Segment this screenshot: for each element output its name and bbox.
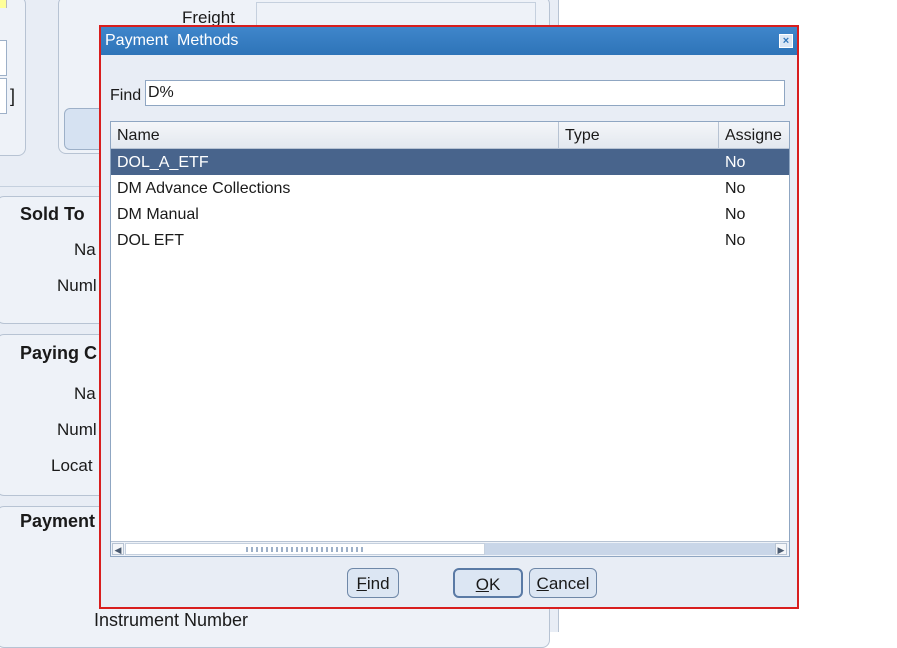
paying-name-label: Na	[74, 384, 96, 403]
list-item[interactable]: DM Advance Collections No	[111, 175, 789, 201]
dialog-titlebar[interactable]: Payment Methods ×	[101, 27, 797, 55]
required-field-marker[interactable]	[0, 0, 7, 8]
horizontal-scrollbar[interactable]: ◀ ▶	[111, 541, 789, 556]
find-mnemonic: F	[356, 574, 367, 593]
item-name: DOL_A_ETF	[117, 154, 209, 171]
find-button-label: ind	[366, 574, 390, 593]
paying-location-label: Locat	[51, 456, 93, 475]
paying-number-label: Numl	[57, 420, 97, 439]
item-type	[559, 201, 565, 227]
list-item[interactable]: DOL EFT No	[111, 227, 789, 253]
ok-button[interactable]: OK	[453, 568, 523, 598]
scroll-right-icon[interactable]: ▶	[775, 543, 787, 555]
item-assigned: No	[725, 232, 746, 249]
item-type	[559, 227, 565, 253]
item-name: DOL EFT	[117, 232, 184, 249]
instrument-number-label: Instrument Number	[94, 610, 249, 630]
column-header-name[interactable]: Name	[111, 122, 559, 148]
cancel-mnemonic: C	[536, 574, 549, 593]
list-item[interactable]: DOL_A_ETF No	[111, 149, 789, 175]
sold-to-title: Sold To	[20, 204, 85, 224]
close-icon[interactable]: ×	[779, 34, 793, 48]
scrollbar-thumb[interactable]	[125, 543, 485, 555]
dialog-title: Payment Methods	[105, 32, 239, 49]
sold-to-name-label: Na	[74, 240, 96, 259]
small-field[interactable]	[0, 78, 7, 114]
find-input[interactable]	[145, 80, 785, 106]
bracket-text: ]	[10, 86, 16, 106]
list-header: Name Type Assigne	[111, 122, 789, 149]
scrollbar-track[interactable]	[485, 543, 775, 555]
scroll-left-icon[interactable]: ◀	[112, 543, 124, 555]
item-type	[559, 149, 565, 175]
item-assigned: No	[725, 206, 746, 223]
column-header-assigned[interactable]: Assigne	[719, 122, 789, 148]
ok-mnemonic: O	[475, 575, 489, 594]
paying-title: Paying C	[20, 343, 98, 363]
cancel-button[interactable]: Cancel	[529, 568, 597, 598]
item-name: DM Advance Collections	[117, 180, 291, 197]
cancel-button-label: ancel	[548, 574, 590, 593]
ok-button-label: K	[488, 575, 501, 594]
sold-to-number-label: Numl	[57, 276, 97, 295]
item-name: DM Manual	[117, 206, 199, 223]
list-item[interactable]: DM Manual No	[111, 201, 789, 227]
results-list: Name Type Assigne DOL_A_ETF No DM Advanc…	[110, 121, 790, 557]
column-header-type[interactable]: Type	[559, 122, 719, 148]
payment-title: Payment	[20, 511, 96, 531]
item-assigned: No	[725, 154, 746, 171]
payment-methods-dialog: Payment Methods × Find Name Type Assigne…	[99, 25, 799, 609]
find-button[interactable]: Find	[347, 568, 399, 598]
find-label: Find	[110, 87, 142, 104]
grip-icon	[246, 547, 366, 552]
item-assigned: No	[725, 180, 746, 197]
small-field[interactable]	[0, 40, 7, 76]
item-type	[559, 175, 565, 201]
